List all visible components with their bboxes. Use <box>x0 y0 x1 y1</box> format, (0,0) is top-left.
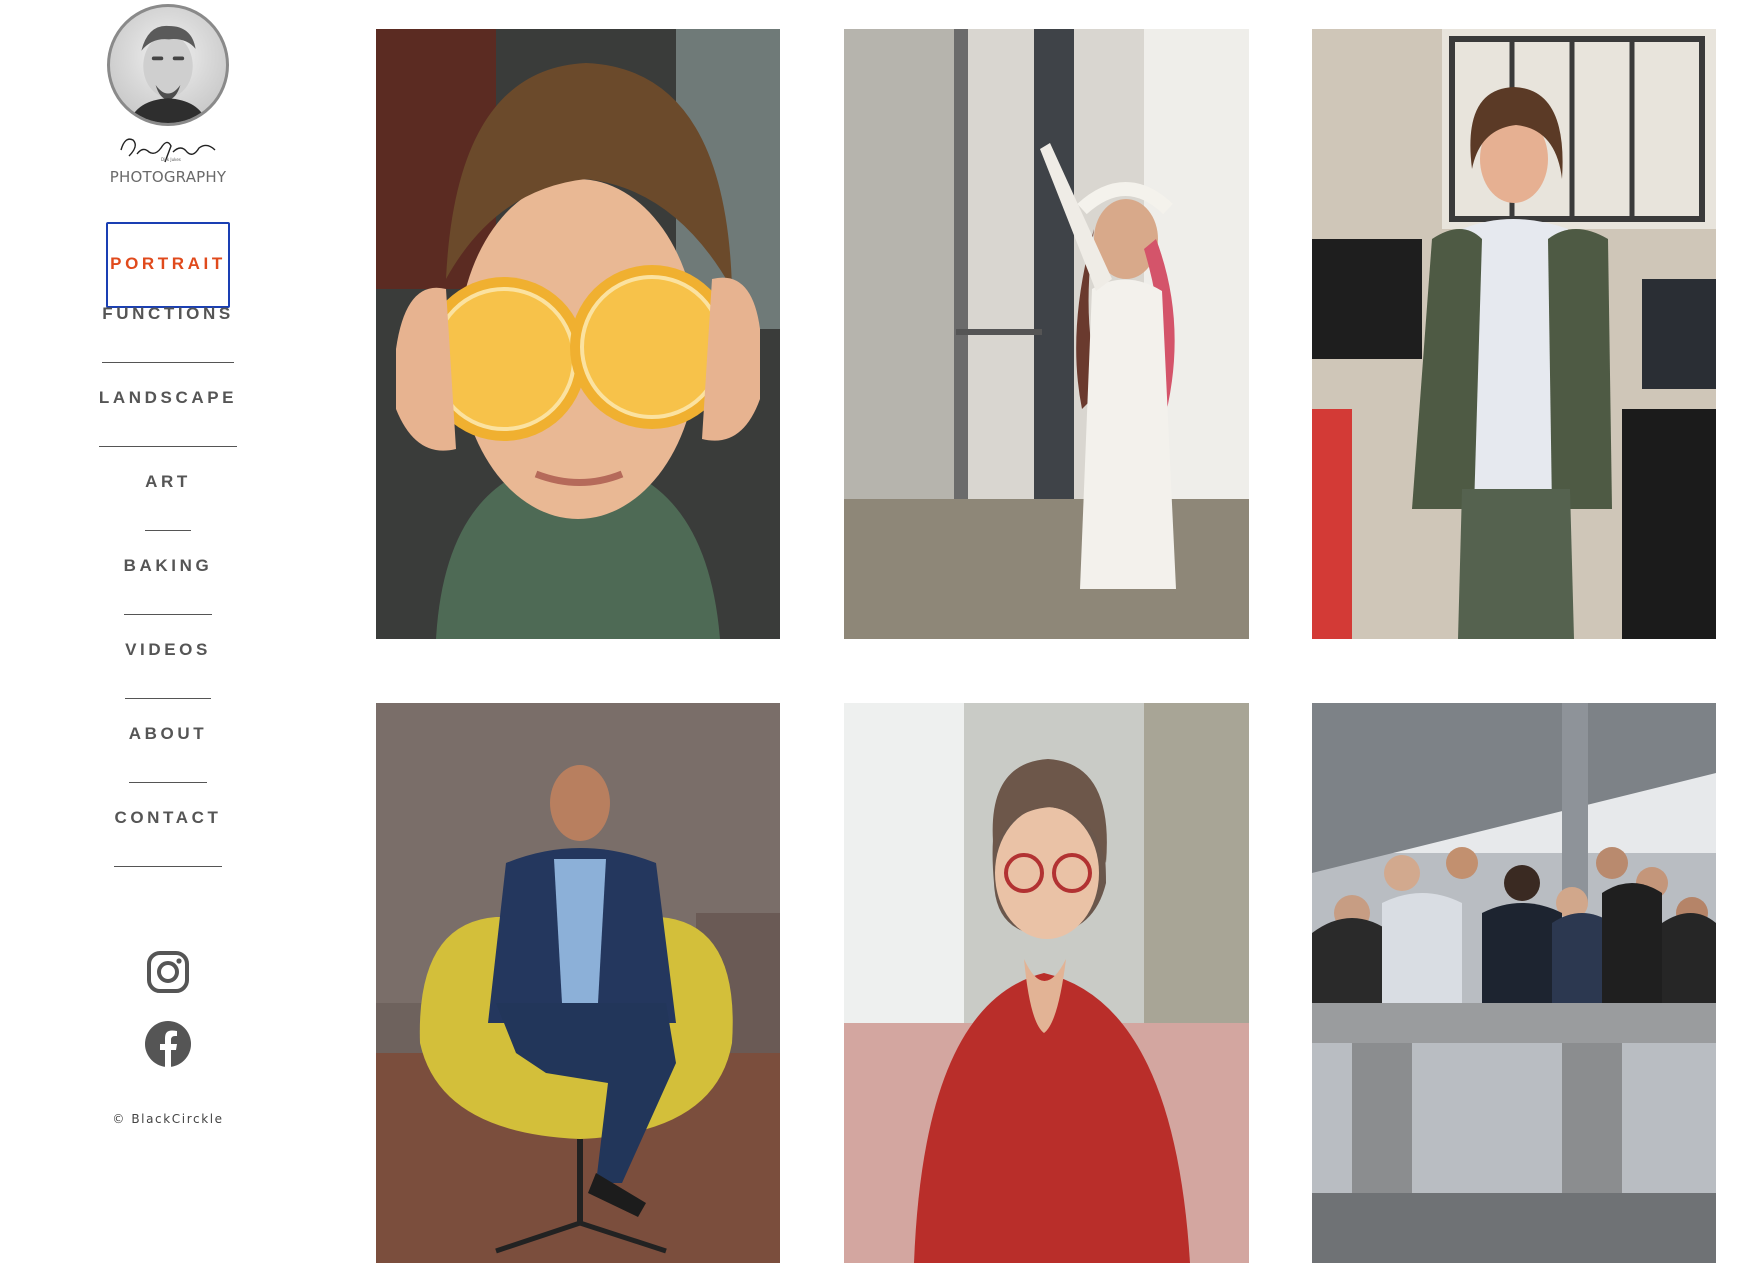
nav-item-label: LANDSCAPE <box>98 388 238 447</box>
gallery-photo-1[interactable] <box>376 29 780 639</box>
photo-woman-window <box>844 29 1249 639</box>
facebook-link[interactable] <box>0 1020 336 1073</box>
photo-man-yellow-chair <box>376 703 780 1263</box>
nav-item-label: BAKING <box>123 556 213 615</box>
copyright-text: © BlackCirckle <box>112 1112 224 1126</box>
avatar <box>107 4 229 126</box>
signature-mark: Dirk Jukes <box>120 138 216 163</box>
nav-item-label: ART <box>145 472 191 531</box>
nav-item-label: ABOUT <box>128 724 208 783</box>
nav-item-about[interactable]: ABOUT <box>0 724 336 783</box>
gallery-photo-2[interactable] <box>844 29 1249 639</box>
photo-woman-red-glasses <box>844 703 1249 1263</box>
site-logo[interactable]: Dirk Jukes PHOTOGRAPHY <box>103 4 233 186</box>
photo-woman-office <box>1312 29 1716 639</box>
nav-item-videos[interactable]: VIDEOS <box>0 640 336 699</box>
nav-item-label: FUNCTIONS <box>102 304 234 363</box>
logo-text: PHOTOGRAPHY <box>109 168 227 186</box>
signature-text: Dirk Jukes <box>161 157 181 162</box>
gallery-photo-4[interactable] <box>376 703 780 1263</box>
facebook-icon <box>145 1021 191 1067</box>
instagram-icon <box>147 951 189 993</box>
nav-item-landscape[interactable]: LANDSCAPE <box>0 388 336 447</box>
nav-item-portrait[interactable]: PORTRAIT <box>0 222 336 308</box>
nav-item-art[interactable]: ART <box>0 472 336 531</box>
photo-group-table <box>1312 703 1716 1263</box>
nav-item-contact[interactable]: CONTACT <box>0 808 336 867</box>
nav-item-label: CONTACT <box>114 808 222 867</box>
gallery-photo-5[interactable] <box>844 703 1249 1263</box>
photo-boy-oranges <box>376 29 780 639</box>
portrait-illustration <box>129 25 207 123</box>
nav-item-functions[interactable]: FUNCTIONS <box>0 304 336 363</box>
gallery-photo-6[interactable] <box>1312 703 1716 1263</box>
nav-item-baking[interactable]: BAKING <box>0 556 336 615</box>
gallery-photo-3[interactable] <box>1312 29 1716 639</box>
sidebar: Dirk Jukes PHOTOGRAPHY PORTRAIT FUNCTION… <box>0 0 300 1258</box>
nav-item-label: VIDEOS <box>125 640 211 699</box>
nav-item-label: PORTRAIT <box>106 222 230 308</box>
instagram-link[interactable] <box>0 950 336 999</box>
